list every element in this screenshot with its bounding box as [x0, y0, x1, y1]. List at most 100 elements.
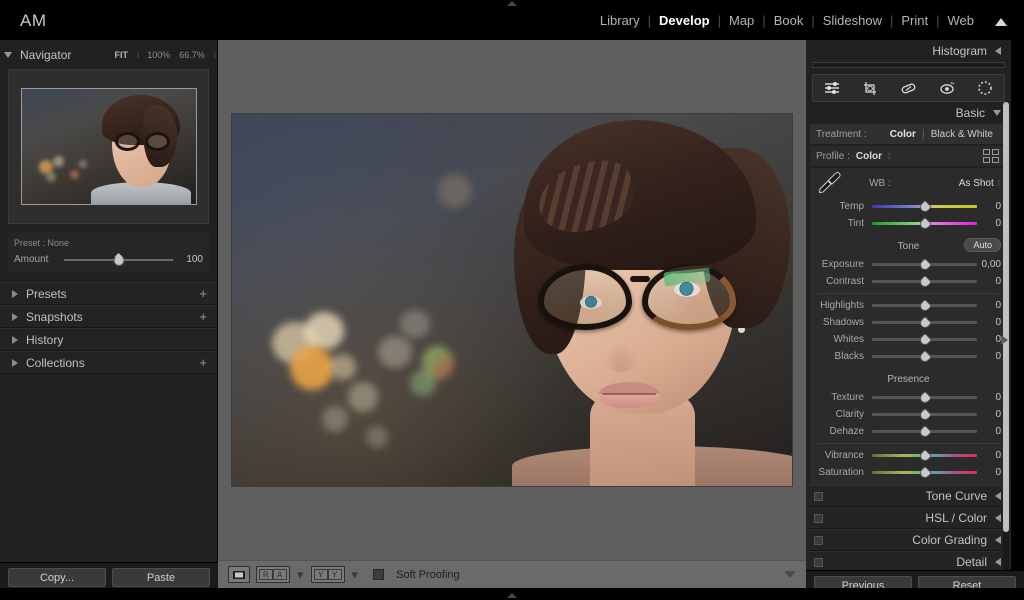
add-preset-icon[interactable]: +	[199, 287, 207, 300]
slider-value[interactable]: 0	[977, 409, 1001, 420]
slider-value[interactable]: 0,00	[977, 259, 1001, 270]
add-snapshot-icon[interactable]: +	[199, 310, 207, 323]
before-after-view-icon[interactable]: Y Y	[310, 566, 345, 583]
slider-value[interactable]: 0	[977, 276, 1001, 287]
chevron-right-icon[interactable]	[12, 335, 18, 344]
slider-value[interactable]: 0	[977, 300, 1001, 311]
chevron-down-icon[interactable]	[4, 52, 12, 58]
histogram-graph[interactable]	[812, 62, 1005, 68]
sidebar-item-snapshots[interactable]: Snapshots +	[0, 305, 217, 328]
zoom-100-option[interactable]: 100%	[147, 50, 170, 60]
exposure-slider[interactable]	[872, 257, 977, 273]
panel-switch-icon[interactable]	[814, 557, 823, 567]
chevron-left-icon[interactable]	[995, 492, 1001, 500]
panel-switch-icon[interactable]	[814, 491, 823, 501]
image-canvas[interactable]	[218, 40, 806, 560]
panel-tone-curve[interactable]: Tone Curve	[806, 485, 1011, 507]
panel-hsl-color[interactable]: HSL / Color	[806, 507, 1011, 529]
before-after-options-icon[interactable]: ▾	[351, 568, 360, 581]
chevron-down-icon[interactable]	[784, 571, 796, 578]
slider-value[interactable]: 0	[977, 334, 1001, 345]
copy-button[interactable]: Copy...	[8, 568, 106, 587]
slider-value[interactable]: 0	[977, 467, 1001, 478]
treatment-bw-option[interactable]: Black & White	[925, 129, 999, 140]
saturation-slider[interactable]	[872, 465, 977, 481]
cloud-icon[interactable]	[992, 15, 1010, 27]
chevron-left-icon[interactable]	[995, 558, 1001, 566]
chevron-right-icon[interactable]	[12, 358, 18, 367]
eyedropper-icon[interactable]	[816, 170, 842, 197]
compare-view-icon[interactable]: R A	[256, 566, 290, 583]
soft-proofing-label[interactable]: Soft Proofing	[396, 569, 460, 581]
paste-button[interactable]: Paste	[112, 568, 210, 587]
blacks-slider[interactable]	[872, 349, 977, 365]
clarity-slider[interactable]	[872, 407, 977, 423]
healing-brush-icon[interactable]	[896, 77, 920, 99]
treatment-color-option[interactable]: Color	[884, 129, 922, 140]
module-map[interactable]: Map	[721, 13, 762, 28]
amount-slider[interactable]	[64, 254, 173, 266]
chevron-left-icon[interactable]	[995, 47, 1001, 55]
histogram-header[interactable]: Histogram	[806, 40, 1011, 62]
panel-color-grading[interactable]: Color Grading	[806, 529, 1011, 551]
navigator-thumbnail[interactable]	[20, 88, 197, 205]
shadows-slider[interactable]	[872, 315, 977, 331]
crop-icon[interactable]	[858, 77, 882, 99]
panel-switch-icon[interactable]	[814, 513, 823, 523]
module-book[interactable]: Book	[766, 13, 812, 28]
sidebar-item-collections[interactable]: Collections +	[0, 351, 217, 374]
profile-value[interactable]: Color	[856, 151, 882, 162]
slider-value[interactable]: 0	[977, 218, 1001, 229]
navigator-header[interactable]: Navigator FIT ⁞ 100% 66.7% ⁞	[0, 44, 217, 66]
filmstrip-handle-icon[interactable]	[507, 593, 517, 598]
tint-slider[interactable]	[872, 216, 977, 232]
show-right-panel-icon[interactable]	[1001, 335, 1008, 345]
slider-value[interactable]: 0	[977, 317, 1001, 328]
loupe-view-icon[interactable]	[228, 566, 250, 583]
slider-value[interactable]: 0	[977, 426, 1001, 437]
panel-switch-icon[interactable]	[814, 535, 823, 545]
slider-value[interactable]: 0	[977, 201, 1001, 212]
module-web[interactable]: Web	[940, 13, 983, 28]
chevron-down-icon[interactable]	[993, 110, 1001, 116]
slider-value[interactable]: 0	[977, 351, 1001, 362]
top-panel-handle-icon[interactable]	[507, 1, 517, 6]
chevron-left-icon[interactable]	[995, 514, 1001, 522]
auto-tone-button[interactable]: Auto	[964, 238, 1001, 252]
module-print[interactable]: Print	[893, 13, 936, 28]
masking-icon[interactable]	[973, 77, 997, 99]
wb-stepper-icon[interactable]: ⁞	[998, 179, 1000, 188]
vibrance-slider[interactable]	[872, 448, 977, 464]
profile-stepper-icon[interactable]: ⁞	[888, 152, 890, 161]
navigator-preview[interactable]	[8, 69, 209, 224]
chevron-left-icon[interactable]	[995, 536, 1001, 544]
slider-value[interactable]: 0	[977, 392, 1001, 403]
basic-panel-header[interactable]: Basic	[806, 102, 1011, 124]
sidebar-item-history[interactable]: History	[0, 328, 217, 351]
red-eye-icon[interactable]	[935, 77, 959, 99]
contrast-slider[interactable]	[872, 274, 977, 290]
zoom-current-stepper-icon[interactable]: ⁞	[214, 51, 216, 60]
zoom-current-option[interactable]: 66.7%	[179, 50, 205, 60]
zoom-fit-option[interactable]: FIT	[114, 50, 128, 60]
sidebar-item-presets[interactable]: Presets +	[0, 282, 217, 305]
highlights-slider[interactable]	[872, 298, 977, 314]
photo-preview[interactable]	[232, 114, 792, 486]
edit-sliders-icon[interactable]	[820, 77, 844, 99]
chevron-right-icon[interactable]	[12, 289, 18, 298]
whites-slider[interactable]	[872, 332, 977, 348]
compare-options-icon[interactable]: ▾	[296, 568, 305, 581]
zoom-fit-stepper-icon[interactable]: ⁞	[137, 51, 139, 60]
profile-browser-icon[interactable]	[983, 149, 999, 163]
dehaze-slider[interactable]	[872, 424, 977, 440]
slider-value[interactable]: 0	[977, 450, 1001, 461]
module-slideshow[interactable]: Slideshow	[815, 13, 890, 28]
soft-proofing-checkbox[interactable]	[373, 569, 385, 580]
module-library[interactable]: Library	[592, 13, 648, 28]
wb-value[interactable]: As Shot	[918, 178, 998, 189]
module-develop[interactable]: Develop	[651, 13, 718, 28]
add-collection-icon[interactable]: +	[199, 356, 207, 369]
temp-slider[interactable]	[872, 199, 977, 215]
texture-slider[interactable]	[872, 390, 977, 406]
chevron-right-icon[interactable]	[12, 312, 18, 321]
